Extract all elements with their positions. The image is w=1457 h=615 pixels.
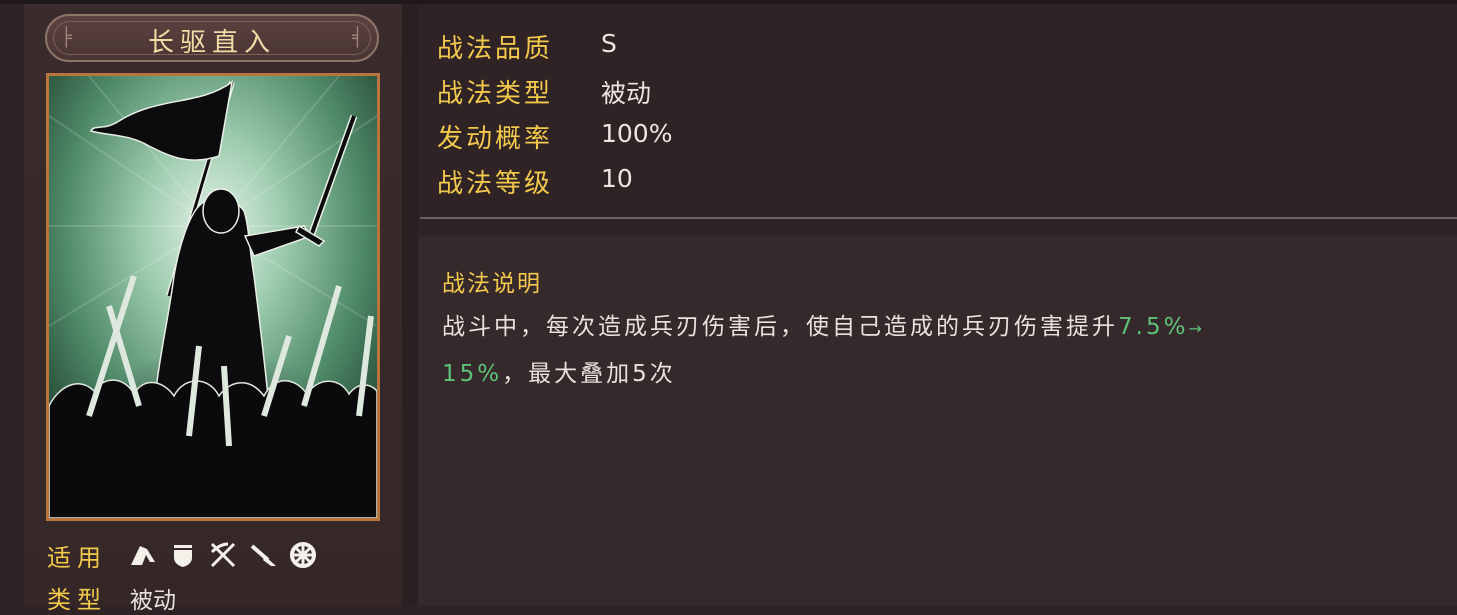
stat-value-level: 10 — [601, 164, 633, 193]
cavalry-icon — [128, 540, 158, 570]
description-suffix: ，最大叠加5次 — [502, 361, 676, 387]
stat-value-probability: 100% — [601, 119, 673, 148]
stat-label-level: 战法等级 — [437, 169, 554, 199]
shield-icon — [168, 540, 198, 570]
description-line-2: 15%，最大叠加5次 — [442, 354, 676, 388]
skill-name: 长驱直入 — [147, 28, 276, 58]
skill-art-card — [46, 73, 380, 521]
crossed-bows-icon — [208, 540, 238, 570]
wheel-icon — [288, 540, 318, 570]
description-line-1: 战斗中，每次造成兵刃伤害后，使自己造成的兵刃伤害提升7.5%→ — [442, 307, 1205, 341]
value-from: 7.5% — [1118, 314, 1189, 340]
arrow-icon: → — [1188, 319, 1205, 338]
skill-illustration — [49, 76, 377, 518]
description-box — [418, 236, 1457, 606]
stats-divider — [420, 217, 1457, 219]
stat-value-type: 被动 — [601, 79, 652, 108]
type-label: 类型 — [47, 586, 107, 614]
type-value: 被动 — [130, 588, 176, 614]
spear-icon — [248, 540, 278, 570]
skill-name-plaque: ╞ ╡ 长驱直入 — [45, 14, 379, 62]
stat-label-probability: 发动概率 — [437, 124, 554, 154]
apply-label: 适用 — [47, 544, 107, 572]
description-title: 战法说明 — [442, 271, 542, 297]
value-to: 15% — [442, 361, 503, 387]
stat-value-quality: S — [601, 29, 617, 58]
description-prefix: 战斗中，每次造成兵刃伤害后，使自己造成的兵刃伤害提升 — [442, 314, 1118, 340]
stat-label-type: 战法类型 — [437, 79, 554, 109]
stat-label-quality: 战法品质 — [437, 34, 554, 64]
apply-troop-icons — [128, 540, 318, 570]
panel-divider — [402, 4, 418, 606]
